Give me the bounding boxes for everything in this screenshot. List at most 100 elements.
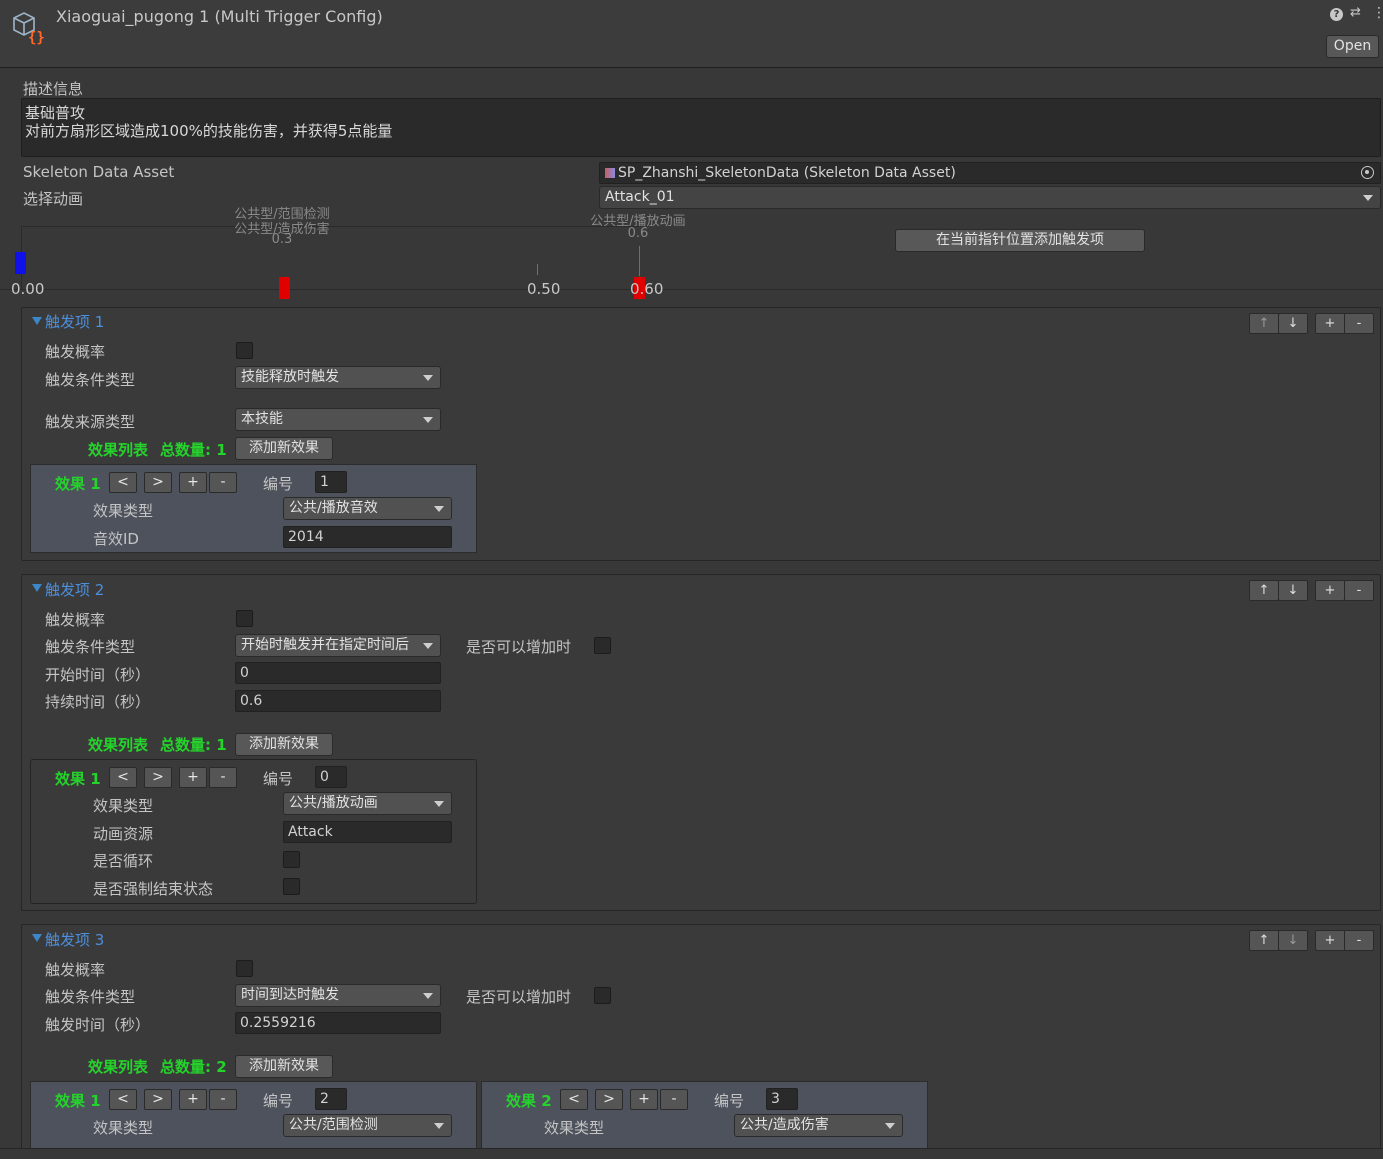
remove-effect-button[interactable]: -: [209, 1089, 237, 1110]
prev-effect-button[interactable]: <: [560, 1089, 588, 1110]
effect-type-dropdown[interactable]: 公共/造成伤害: [734, 1114, 903, 1137]
next-effect-button[interactable]: >: [144, 767, 172, 788]
remove-effect-button[interactable]: -: [209, 472, 237, 493]
trigger-probability-label: 触发概率: [45, 343, 106, 361]
effect-id-field[interactable]: 3: [766, 1088, 798, 1110]
condition-type-label: 触发条件类型: [45, 638, 136, 656]
remove-trigger-button[interactable]: -: [1344, 930, 1374, 951]
sound-id-field[interactable]: 2014: [283, 526, 452, 548]
force-end-checkbox[interactable]: [283, 878, 300, 895]
trigger-probability-checkbox[interactable]: [236, 960, 253, 977]
can-extend-time-checkbox[interactable]: [594, 637, 611, 654]
animation-dropdown[interactable]: Attack_01: [599, 186, 1381, 209]
effect-type-value: 公共/播放动画: [289, 795, 378, 811]
effect-id-label: 编号: [263, 1092, 294, 1110]
foldout-arrow-icon[interactable]: [32, 317, 42, 325]
foldout-arrow-icon[interactable]: [32, 584, 42, 592]
next-effect-button[interactable]: >: [595, 1089, 623, 1110]
add-effect-small-button[interactable]: +: [179, 472, 207, 493]
foldout-arrow-icon[interactable]: [32, 934, 42, 942]
add-effect-small-button[interactable]: +: [179, 1089, 207, 1110]
add-effect-small-button[interactable]: +: [179, 767, 207, 788]
prev-effect-button[interactable]: <: [109, 767, 137, 788]
kebab-menu-icon[interactable]: ⋮: [1372, 5, 1383, 21]
move-down-button[interactable]: ↓: [1278, 313, 1308, 334]
help-icon[interactable]: ?: [1330, 8, 1343, 21]
effect-id-field[interactable]: 1: [315, 471, 347, 493]
chevron-down-icon: [423, 643, 433, 649]
animation-value: Attack_01: [605, 189, 675, 205]
trigger-1-title[interactable]: 触发项 1: [45, 311, 104, 332]
chevron-down-icon: [434, 1123, 444, 1129]
chevron-down-icon: [423, 375, 433, 381]
preset-icon[interactable]: ⇄: [1350, 5, 1361, 20]
add-trigger-at-cursor-button[interactable]: 在当前指针位置添加触发项: [895, 229, 1145, 252]
move-up-button[interactable]: ↑: [1249, 313, 1279, 334]
trigger-probability-checkbox[interactable]: [236, 342, 253, 359]
svg-text:{}: {}: [28, 30, 45, 46]
effect-type-label: 效果类型: [93, 502, 154, 520]
add-effect-button[interactable]: 添加新效果: [235, 733, 333, 756]
add-trigger-button[interactable]: +: [1315, 930, 1345, 951]
effect-type-dropdown[interactable]: 公共/播放音效: [283, 497, 452, 520]
open-button[interactable]: Open: [1326, 35, 1379, 58]
move-up-button[interactable]: ↑: [1249, 580, 1279, 601]
add-effect-button[interactable]: 添加新效果: [235, 1055, 333, 1078]
condition-type-dropdown[interactable]: 开始时触发并在指定时间后: [235, 634, 441, 657]
remove-trigger-button[interactable]: -: [1344, 580, 1374, 601]
chevron-down-icon: [434, 801, 444, 807]
effect-type-dropdown[interactable]: 公共/范围检测: [283, 1114, 452, 1137]
effect-title: 效果 1: [55, 475, 101, 493]
effect-id-field[interactable]: 0: [315, 766, 347, 788]
condition-type-dropdown[interactable]: 时间到达时触发: [235, 984, 441, 1007]
add-trigger-button[interactable]: +: [1315, 580, 1345, 601]
prev-effect-button[interactable]: <: [109, 1089, 137, 1110]
next-effect-button[interactable]: >: [144, 472, 172, 493]
remove-effect-button[interactable]: -: [660, 1089, 688, 1110]
start-time-label: 开始时间（秒）: [45, 666, 151, 684]
can-extend-time-label: 是否可以增加时: [466, 638, 572, 656]
source-type-dropdown[interactable]: 本技能: [235, 408, 441, 431]
trigger-probability-checkbox[interactable]: [236, 610, 253, 627]
add-trigger-button[interactable]: +: [1315, 313, 1345, 334]
animation-resource-field[interactable]: Attack: [283, 821, 452, 843]
trigger-marker-1[interactable]: [279, 277, 290, 299]
effect-title: 效果 1: [55, 1092, 101, 1110]
skeleton-data-field[interactable]: SP_Zhanshi_SkeletonData (Skeleton Data A…: [599, 162, 1381, 184]
effect-list-label: 效果列表: [88, 441, 149, 459]
add-effect-small-button[interactable]: +: [630, 1089, 658, 1110]
move-up-button[interactable]: ↑: [1249, 930, 1279, 951]
effect-title: 效果 2: [506, 1092, 552, 1110]
effect-type-dropdown[interactable]: 公共/播放动画: [283, 792, 452, 815]
condition-type-value: 时间到达时触发: [241, 987, 339, 1003]
skeleton-asset-icon: [605, 168, 615, 178]
effect-id-field[interactable]: 2: [315, 1088, 347, 1110]
duration-field[interactable]: 0.6: [235, 690, 441, 712]
next-effect-button[interactable]: >: [144, 1089, 172, 1110]
effect-list-label: 效果列表: [88, 1058, 149, 1076]
description-textarea[interactable]: 基础普攻 对前方扇形区域造成100%的技能伤害，并获得5点能量: [21, 98, 1381, 157]
trigger-2-title[interactable]: 触发项 2: [45, 579, 104, 600]
add-effect-button[interactable]: 添加新效果: [235, 437, 333, 460]
move-down-button[interactable]: ↓: [1278, 930, 1308, 951]
timeline-cursor[interactable]: [15, 252, 26, 274]
remove-trigger-button[interactable]: -: [1344, 313, 1374, 334]
marker-1-time: 0.3: [271, 232, 293, 247]
trigger-time-field[interactable]: 0.2559216: [235, 1012, 441, 1034]
duration-label: 持续时间（秒）: [45, 693, 151, 711]
trigger-3-title[interactable]: 触发项 3: [45, 929, 104, 950]
loop-checkbox[interactable]: [283, 851, 300, 868]
prev-effect-button[interactable]: <: [109, 472, 137, 493]
remove-effect-button[interactable]: -: [209, 767, 237, 788]
condition-type-label: 触发条件类型: [45, 371, 136, 389]
timeline-baseline: [0, 289, 1383, 290]
condition-type-dropdown[interactable]: 技能释放时触发: [235, 366, 441, 389]
move-down-button[interactable]: ↓: [1278, 580, 1308, 601]
source-type-label: 触发来源类型: [45, 413, 136, 431]
animation-label: 选择动画: [23, 190, 84, 208]
tick-label-end: 0.60: [630, 280, 664, 298]
tick-mark-mid: [537, 264, 538, 275]
start-time-field[interactable]: 0: [235, 662, 441, 684]
object-picker-icon[interactable]: [1361, 166, 1374, 179]
can-extend-time-checkbox[interactable]: [594, 987, 611, 1004]
